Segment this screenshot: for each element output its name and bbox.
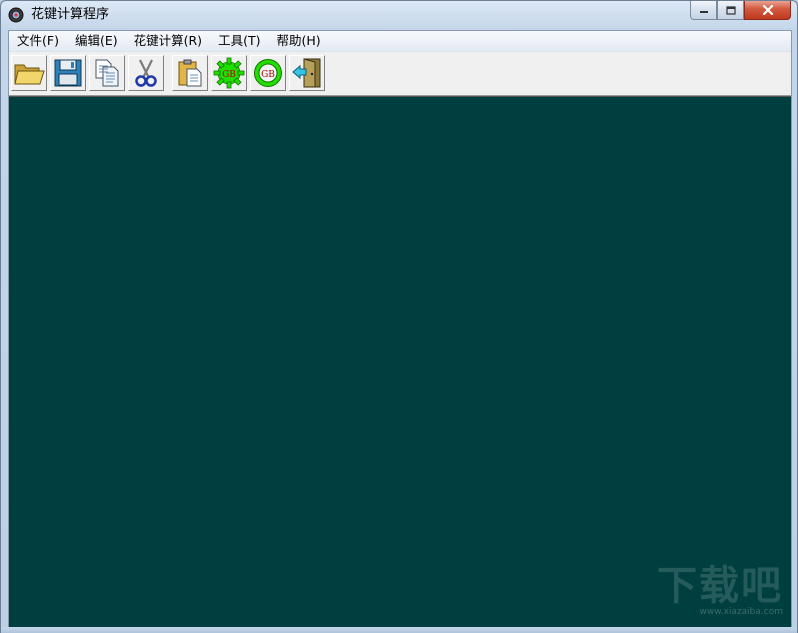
copy-button[interactable] <box>89 55 125 91</box>
save-button[interactable] <box>50 55 86 91</box>
svg-text:GB: GB <box>222 70 236 80</box>
menu-file[interactable]: 文件(F) <box>9 31 67 51</box>
gb-ring-button[interactable]: GB <box>250 55 286 91</box>
window-controls <box>690 1 791 20</box>
gb-gear-icon: GB <box>213 57 245 89</box>
app-window: 花键计算程序 文件(F) 编辑(E) 花键计算(R) 工具(T) 帮助(H) G… <box>0 0 798 633</box>
watermark: 下载吧 www.xiazaiba.com <box>657 565 783 617</box>
maximize-icon <box>725 5 736 15</box>
minimize-button[interactable] <box>690 1 717 20</box>
open-folder-icon <box>14 64 45 85</box>
toolbar: GB GB <box>9 52 791 96</box>
close-button[interactable] <box>744 1 791 20</box>
maximize-button[interactable] <box>717 1 744 20</box>
exit-button[interactable] <box>289 55 325 91</box>
app-icon[interactable] <box>8 7 24 23</box>
drawing-canvas[interactable]: 下载吧 www.xiazaiba.com <box>9 96 791 627</box>
watermark-text: 下载吧 <box>657 563 783 609</box>
exit-door-icon <box>292 58 321 88</box>
close-icon <box>762 5 773 15</box>
paste-button[interactable] <box>172 55 208 91</box>
client-area: 文件(F) 编辑(E) 花键计算(R) 工具(T) 帮助(H) GB GB 下载… <box>8 30 792 627</box>
svg-text:GB: GB <box>261 70 275 80</box>
menu-tools[interactable]: 工具(T) <box>210 31 268 51</box>
paste-clipboard-icon <box>178 59 202 87</box>
minimize-icon <box>699 11 708 13</box>
cut-scissors-icon <box>135 59 157 87</box>
gb-gear-button[interactable]: GB <box>211 55 247 91</box>
save-disk-icon <box>54 59 82 87</box>
menu-help[interactable]: 帮助(H) <box>268 31 328 51</box>
open-button[interactable] <box>11 55 47 91</box>
window-title: 花键计算程序 <box>31 7 110 22</box>
title-bar[interactable]: 花键计算程序 <box>1 1 797 29</box>
menu-spline-calc[interactable]: 花键计算(R) <box>126 31 210 51</box>
gb-ring-icon: GB <box>254 59 282 87</box>
menu-edit[interactable]: 编辑(E) <box>67 31 126 51</box>
cut-button[interactable] <box>128 55 164 91</box>
copy-icon <box>95 59 119 87</box>
window-bottom-frame <box>1 627 797 633</box>
menu-bar: 文件(F) 编辑(E) 花键计算(R) 工具(T) 帮助(H) <box>9 31 791 52</box>
